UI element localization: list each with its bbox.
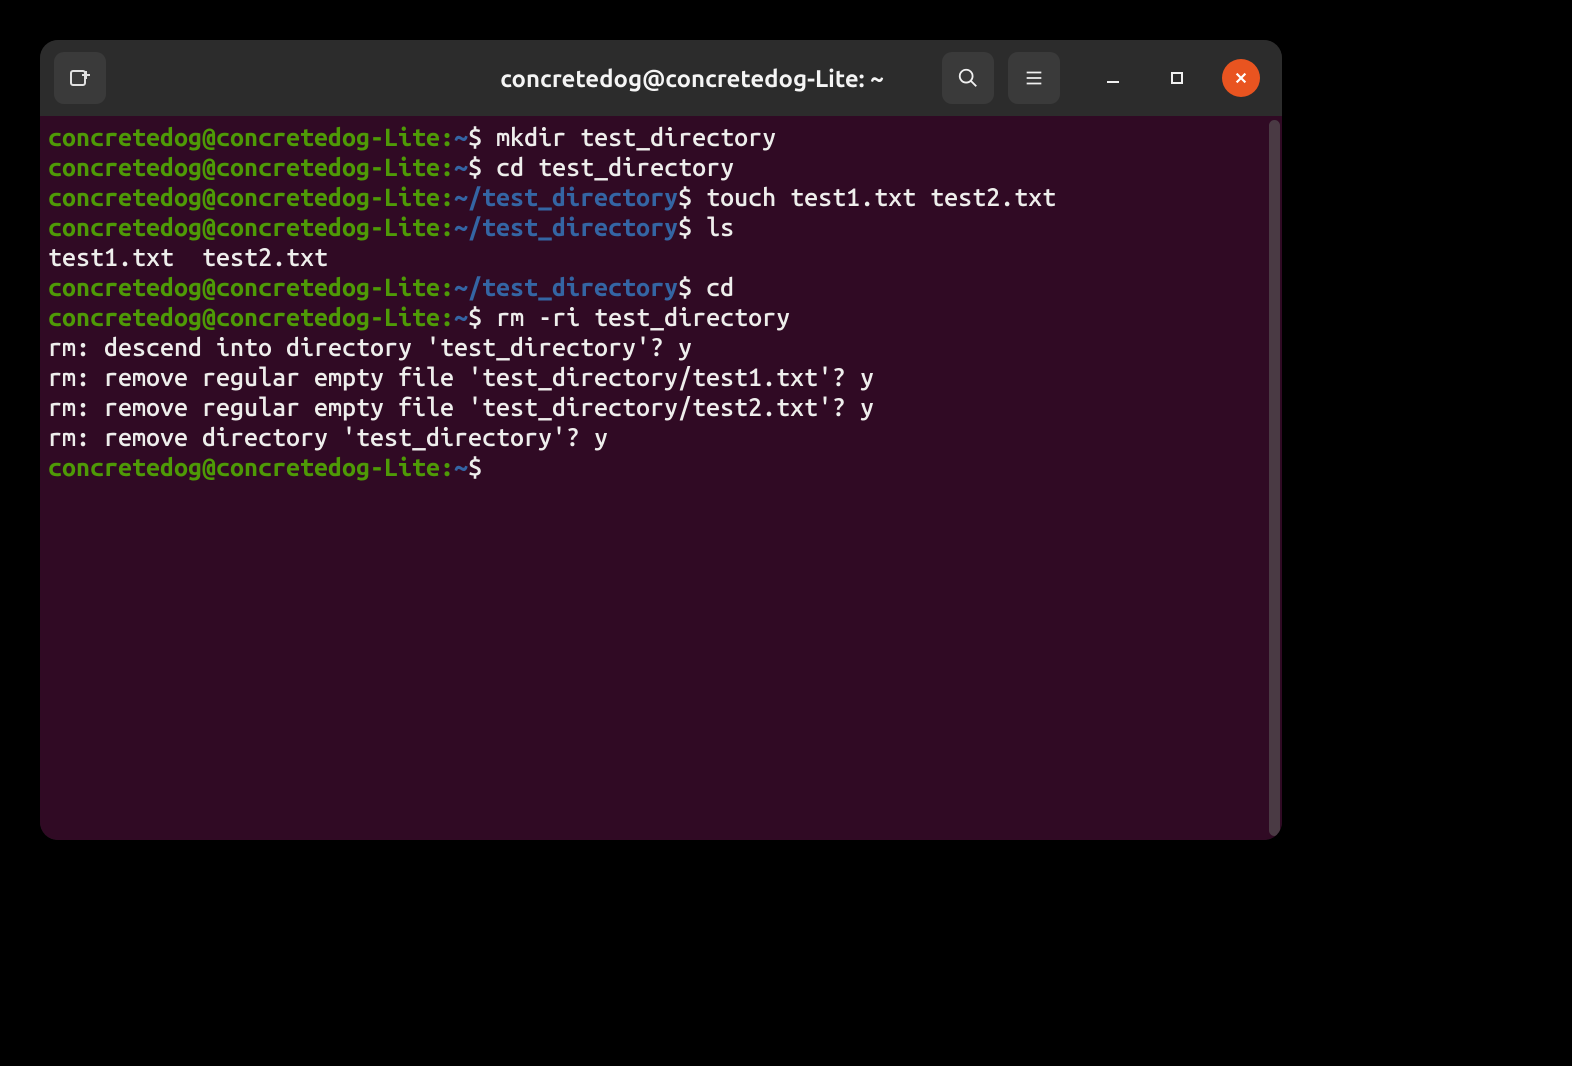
titlebar: concretedog@concretedog-Lite: ~	[40, 40, 1282, 116]
output-line: test1.txt test2.txt	[48, 242, 1274, 272]
prompt-line: concretedog@concretedog-Lite:~/test_dire…	[48, 212, 1274, 242]
terminal-body[interactable]: concretedog@concretedog-Lite:~$ mkdir te…	[40, 116, 1282, 840]
search-icon	[957, 67, 979, 89]
close-button[interactable]	[1222, 59, 1260, 97]
output-line: rm: remove regular empty file 'test_dire…	[48, 392, 1274, 422]
prompt-line: concretedog@concretedog-Lite:~$ mkdir te…	[48, 122, 1274, 152]
output-line: rm: remove regular empty file 'test_dire…	[48, 362, 1274, 392]
screenshot-frame: concretedog@concretedog-Lite: ~	[0, 0, 1322, 880]
prompt-line: concretedog@concretedog-Lite:~$	[48, 452, 1274, 482]
window-controls	[1094, 59, 1260, 97]
hamburger-menu-button[interactable]	[1008, 52, 1060, 104]
new-tab-icon	[68, 66, 92, 90]
prompt-line: concretedog@concretedog-Lite:~$ cd test_…	[48, 152, 1274, 182]
output-line: rm: descend into directory 'test_directo…	[48, 332, 1274, 362]
hamburger-icon	[1023, 67, 1045, 89]
search-button[interactable]	[942, 52, 994, 104]
close-icon	[1234, 71, 1248, 85]
scrollbar[interactable]	[1269, 120, 1280, 836]
prompt-line: concretedog@concretedog-Lite:~/test_dire…	[48, 182, 1274, 212]
maximize-button[interactable]	[1158, 59, 1196, 97]
terminal-window: concretedog@concretedog-Lite: ~	[40, 40, 1282, 840]
minimize-button[interactable]	[1094, 59, 1132, 97]
new-tab-button[interactable]	[54, 52, 106, 104]
minimize-icon	[1105, 70, 1121, 86]
output-line: rm: remove directory 'test_directory'? y	[48, 422, 1274, 452]
prompt-line: concretedog@concretedog-Lite:~/test_dire…	[48, 272, 1274, 302]
terminal-output[interactable]: concretedog@concretedog-Lite:~$ mkdir te…	[48, 122, 1274, 482]
maximize-icon	[1169, 70, 1185, 86]
window-title: concretedog@concretedog-Lite: ~	[500, 65, 884, 92]
prompt-line: concretedog@concretedog-Lite:~$ rm -ri t…	[48, 302, 1274, 332]
